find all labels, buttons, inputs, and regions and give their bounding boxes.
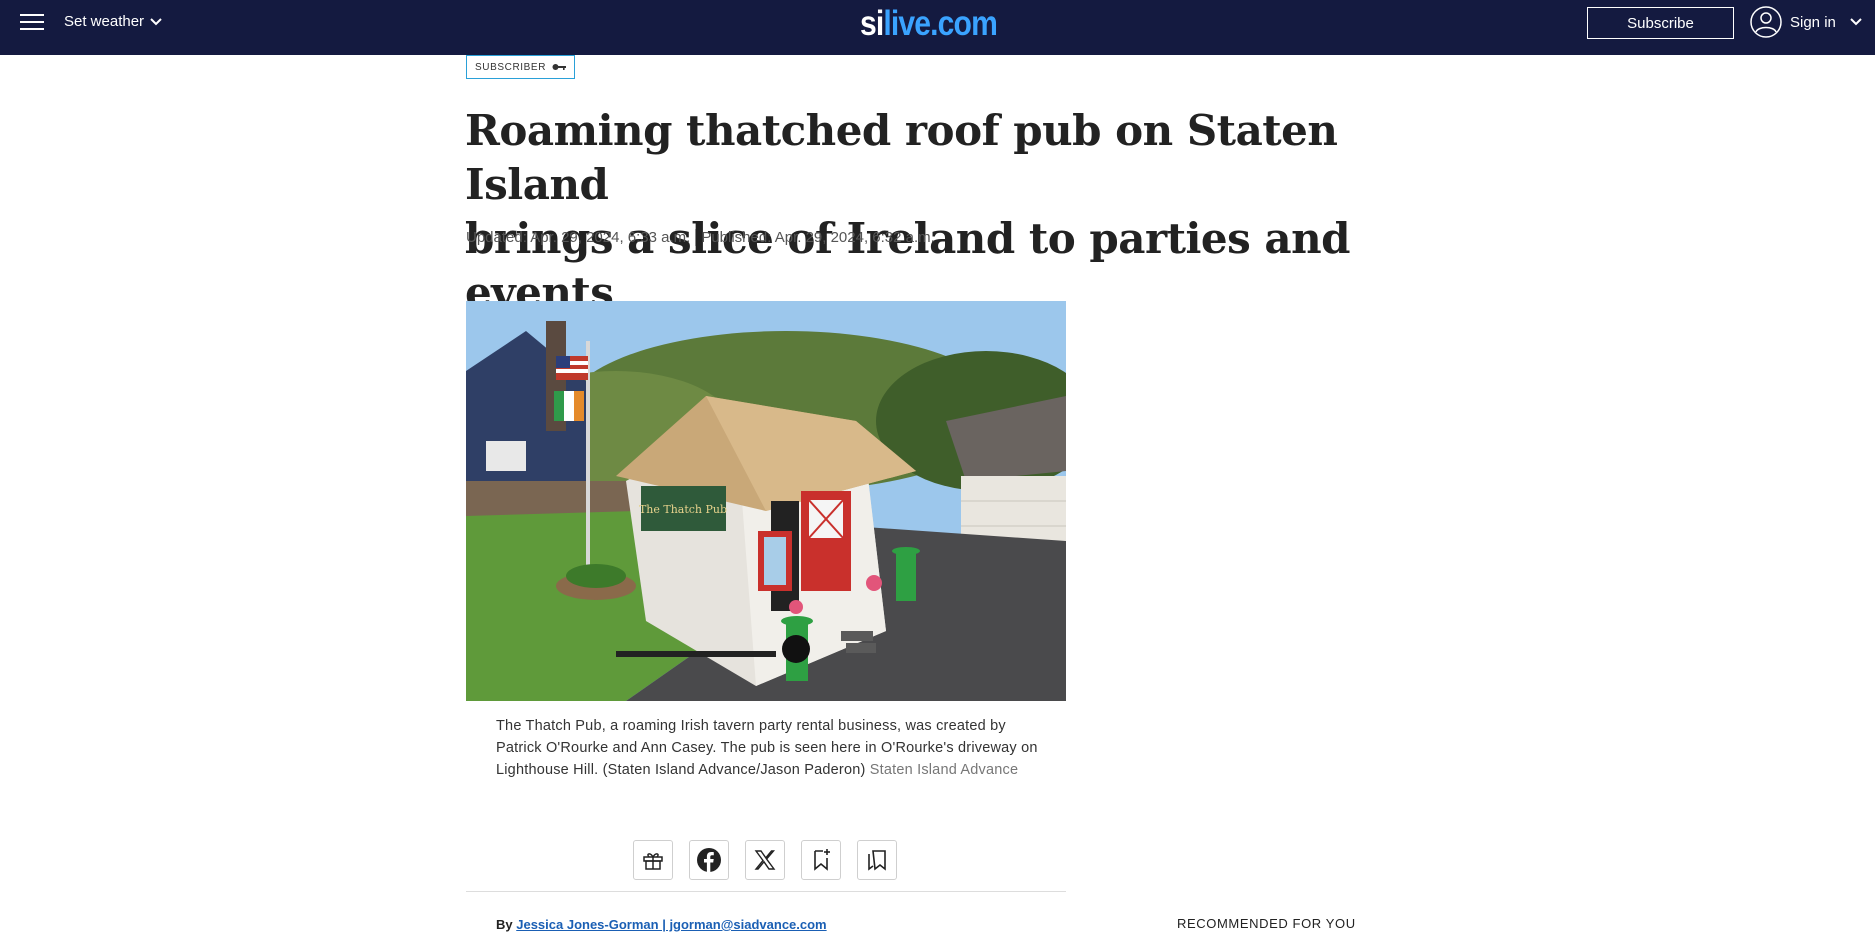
hero-photo: The Thatch Pub — [466, 301, 1066, 701]
bookmark-add-icon — [814, 849, 830, 871]
image-caption: The Thatch Pub, a roaming Irish tavern p… — [496, 715, 1041, 781]
silive-logo[interactable]: silive.com — [860, 2, 998, 46]
article-headline: Roaming thatched roof pub on Staten Isla… — [465, 104, 1365, 320]
chevron-down-icon — [150, 17, 162, 25]
sign-in-label: Sign in — [1790, 13, 1836, 31]
byline-prefix: By — [496, 917, 517, 932]
share-toolbar — [633, 840, 897, 880]
published-timestamp: Published: Apr. 29, 2024, 6:32 a.m. — [701, 229, 935, 246]
logo-live-text: live.com — [883, 4, 997, 43]
content-divider — [466, 891, 1066, 892]
subscribe-label: Subscribe — [1627, 14, 1694, 32]
user-avatar-icon — [1750, 6, 1782, 38]
gift-article-button[interactable] — [633, 840, 673, 880]
article-hero-image[interactable]: The Thatch Pub — [466, 301, 1066, 701]
headline-line-1: Roaming thatched roof pub on Staten Isla… — [465, 106, 1338, 209]
top-navigation-bar: Set weather silive.com Subscribe Sign in — [0, 0, 1875, 55]
subscribe-button[interactable]: Subscribe — [1587, 7, 1734, 39]
sign-in-button[interactable]: Sign in — [1750, 6, 1862, 38]
key-icon — [552, 64, 567, 70]
subscriber-badge: SUBSCRIBER — [466, 55, 576, 79]
save-article-button[interactable] — [801, 840, 841, 880]
set-weather-button[interactable]: Set weather — [64, 13, 162, 30]
pub-sign-text: The Thatch Pub — [639, 503, 727, 516]
x-icon — [754, 850, 776, 870]
menu-icon[interactable] — [20, 14, 44, 32]
share-facebook-button[interactable] — [689, 840, 729, 880]
article-timestamps: Updated: Apr. 29, 2024, 6:33 a.m. Publis… — [466, 229, 935, 246]
article-byline: By Jessica Jones-Gorman | jgorman@siadva… — [496, 917, 827, 932]
share-x-button[interactable] — [745, 840, 785, 880]
facebook-icon — [697, 848, 721, 872]
author-link[interactable]: Jessica Jones-Gorman | jgorman@siadvance… — [516, 917, 826, 932]
recommended-heading: RECOMMENDED FOR YOU — [1177, 916, 1356, 931]
subscriber-badge-label: SUBSCRIBER — [475, 61, 547, 73]
saved-articles-button[interactable] — [857, 840, 897, 880]
saved-list-icon — [868, 850, 886, 871]
timestamp-divider — [695, 229, 697, 246]
chevron-down-icon — [1850, 18, 1862, 26]
gift-icon — [643, 853, 663, 870]
updated-timestamp: Updated: Apr. 29, 2024, 6:33 a.m. — [466, 229, 691, 246]
logo-si-text: si — [860, 4, 884, 43]
caption-credit: Staten Island Advance — [869, 762, 1019, 778]
set-weather-label: Set weather — [64, 13, 145, 30]
